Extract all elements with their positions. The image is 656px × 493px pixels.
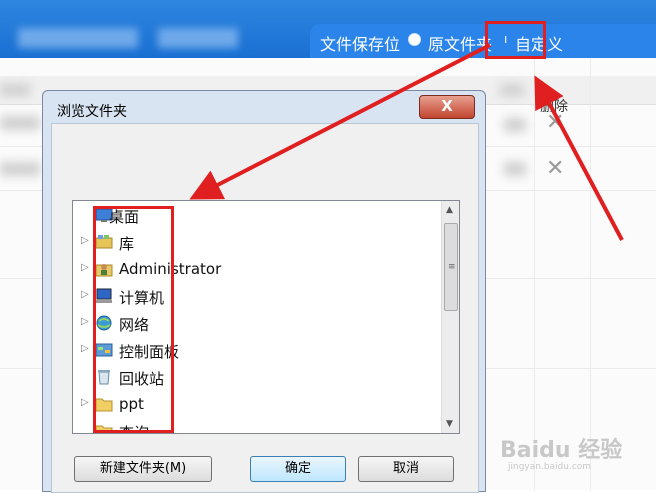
baidu-watermark: Baidu 经验 bbox=[500, 438, 623, 463]
baidu-watermark-url: jingyan.baidu.com bbox=[508, 462, 592, 472]
arrow-to-folder-list bbox=[189, 43, 491, 200]
annotation-arrows bbox=[189, 43, 624, 241]
arrow-to-custom-option bbox=[534, 75, 624, 241]
